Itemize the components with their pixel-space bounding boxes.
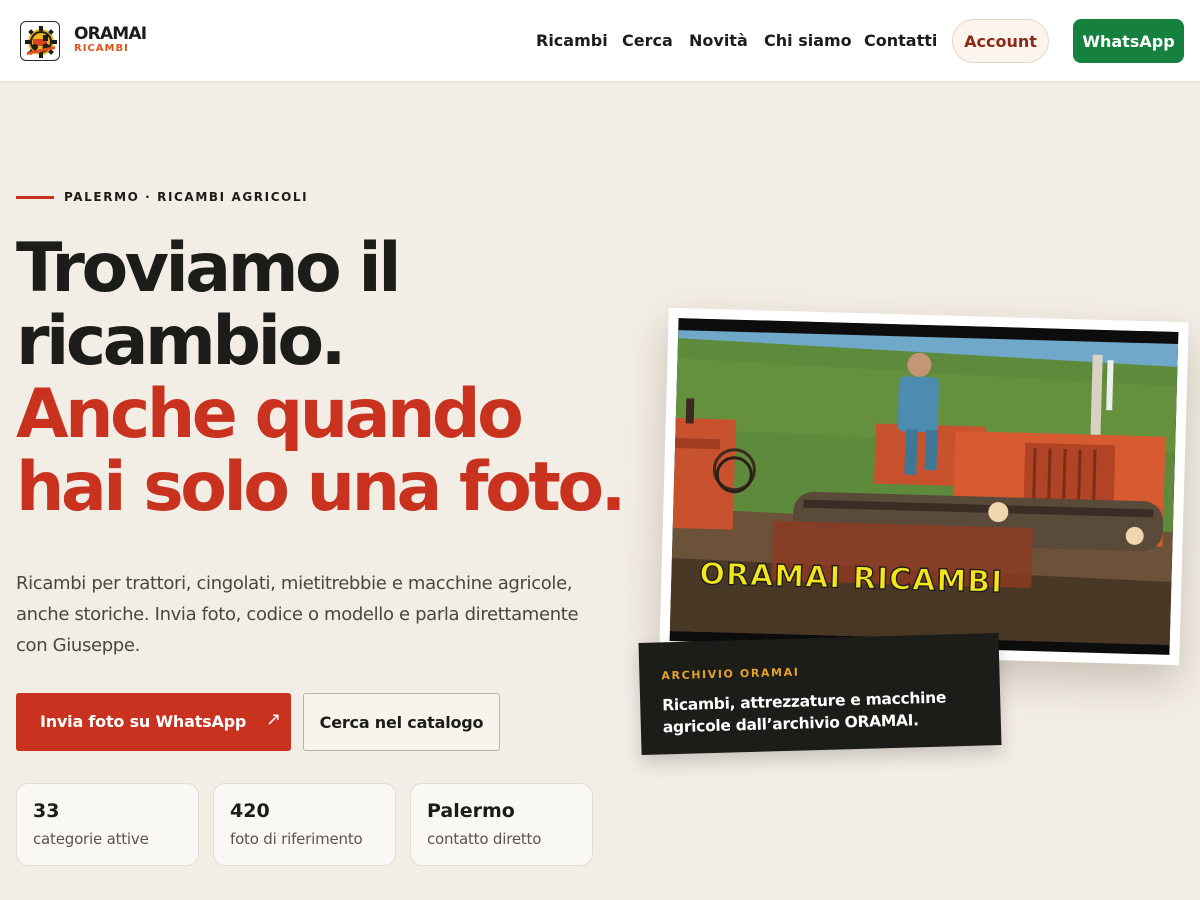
nav-link-cerca[interactable]: Cerca	[622, 31, 673, 50]
nav-link-contatti[interactable]: Contatti	[864, 31, 937, 50]
whatsapp-button[interactable]: WhatsApp	[1073, 19, 1184, 63]
headline-line-2: ricambio.	[16, 302, 346, 381]
headline-line-4: hai solo una foto.	[16, 448, 626, 527]
hero-headline: Troviamo il ricambio. Anche quando hai s…	[16, 229, 626, 527]
stat-value: Palermo	[427, 800, 515, 822]
send-photo-label: Invia foto su WhatsApp	[40, 712, 247, 731]
hero-lead: Ricambi per trattori, cingolati, mietitr…	[16, 573, 579, 656]
nav-link-novita[interactable]: Novità	[689, 31, 748, 50]
send-photo-whatsapp-button[interactable]: Invia foto su WhatsApp ↗	[16, 693, 291, 751]
nav-link-ricambi[interactable]: Ricambi	[536, 31, 608, 50]
archive-description: Ricambi, attrezzature e macchine agricol…	[662, 688, 947, 737]
stat-card-location: Palermo contatto diretto	[410, 783, 593, 866]
headline-line-1: Troviamo il	[16, 229, 402, 308]
stat-value: 33	[33, 800, 60, 822]
account-button[interactable]: Account	[952, 19, 1049, 63]
stat-card-photos: 420 foto di riferimento	[213, 783, 396, 866]
archive-info-card: ARCHIVIO ORAMAI Ricambi, attrezzature e …	[638, 632, 1002, 756]
arrow-up-right-icon: ↗	[266, 709, 282, 730]
search-catalog-button[interactable]: Cerca nel catalogo	[303, 693, 500, 751]
brand-subtitle: RICAMBI	[74, 43, 129, 54]
brand-name[interactable]: ORAMAI	[74, 24, 147, 44]
headline-line-3: Anche quando	[16, 375, 524, 454]
stat-label: foto di riferimento	[230, 830, 363, 848]
vintage-tractor-photo: ORAMAI RICAMBI	[669, 318, 1179, 655]
stat-card-categories: 33 categorie attive	[16, 783, 199, 866]
archive-tag: ARCHIVIO ORAMAI	[661, 665, 800, 683]
logo-icon[interactable]	[20, 21, 60, 61]
stat-value: 420	[230, 800, 270, 822]
eyebrow-divider	[16, 196, 54, 199]
hero-eyebrow: PALERMO · RICAMBI AGRICOLI	[64, 190, 309, 204]
nav-link-chi-siamo[interactable]: Chi siamo	[764, 31, 852, 50]
archive-photo-card: ORAMAI RICAMBI	[659, 307, 1189, 666]
site-header: ORAMAI RICAMBI Ricambi Cerca Novità Chi …	[0, 0, 1200, 82]
stat-label: contatto diretto	[427, 830, 542, 848]
stat-label: categorie attive	[33, 830, 149, 848]
